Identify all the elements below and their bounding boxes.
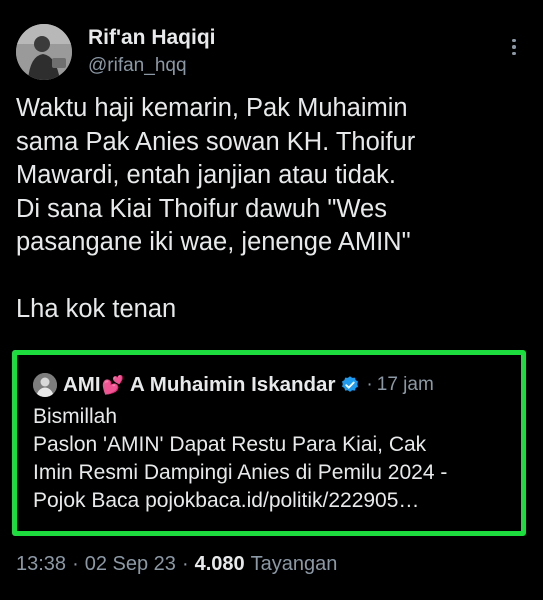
quoted-tweet-header: AMI 💕 A Muhaimin Iskandar · 17 jam bbox=[33, 371, 434, 399]
tweet-time[interactable]: 13:38 bbox=[16, 553, 66, 576]
tweet-date[interactable]: 02 Sep 23 bbox=[85, 553, 176, 576]
views-label: Tayangan bbox=[250, 553, 338, 575]
quoted-author-name-part1[interactable]: AMI bbox=[63, 373, 101, 397]
views-count: 4.080 bbox=[194, 553, 245, 575]
tweet-meta: 13:38 · 02 Sep 23 · 4.080 Tayangan bbox=[16, 553, 337, 576]
more-dot bbox=[512, 51, 516, 56]
more-dot bbox=[512, 45, 516, 49]
quoted-timestamp[interactable]: 17 jam bbox=[377, 374, 434, 396]
meta-separator: · bbox=[181, 553, 189, 575]
meta-separator: · bbox=[72, 553, 79, 575]
quoted-separator: · bbox=[366, 374, 373, 395]
more-dot bbox=[512, 38, 516, 43]
quoted-author-name-part2[interactable]: A Muhaimin Iskandar bbox=[130, 373, 335, 397]
tweet[interactable]: Rif'an Haqiqi @rifan_hqq Waktu haji kema… bbox=[0, 0, 543, 600]
author-display-name[interactable]: Rif'an Haqiqi bbox=[88, 26, 216, 50]
author-avatar[interactable] bbox=[16, 24, 72, 80]
verified-badge-icon bbox=[342, 376, 359, 392]
author-handle[interactable]: @rifan_hqq bbox=[88, 55, 187, 77]
quoted-tweet-card[interactable]: AMI 💕 A Muhaimin Iskandar · 17 jam Bismi… bbox=[12, 350, 526, 536]
more-vertical-icon[interactable] bbox=[504, 34, 524, 60]
quoted-author-avatar[interactable] bbox=[33, 373, 57, 397]
tweet-text: Waktu haji kemarin, Pak Muhaimin sama Pa… bbox=[16, 94, 416, 323]
heart-emoji-icon: 💕 bbox=[101, 374, 124, 395]
quoted-tweet-text: Bismillah Paslon 'AMIN' Dapat Restu Para… bbox=[33, 405, 448, 512]
